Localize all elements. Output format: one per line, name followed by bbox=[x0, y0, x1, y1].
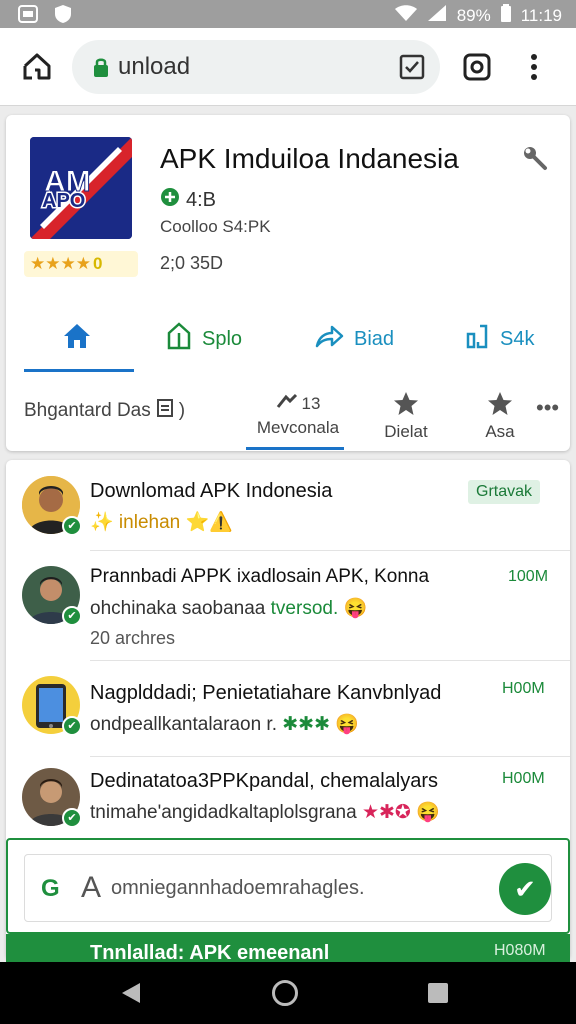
app-card: AM APO ★★★★ 0 APK Imduiloa Indanesia 4:B… bbox=[6, 115, 570, 451]
item-subtitle: ondpeallkantalaraon r. ✱✱✱ 😝 bbox=[90, 714, 359, 735]
list-item[interactable]: ✔ Nagplddadi; Penietatiahare Kanvbnlyad … bbox=[6, 666, 570, 766]
avatar: ✔ bbox=[22, 476, 82, 536]
verified-check-icon: ✔ bbox=[62, 808, 82, 828]
verified-check-icon: ✔ bbox=[62, 716, 82, 736]
url-text: unload bbox=[118, 53, 191, 80]
subtab-rating-1[interactable]: Dielat bbox=[378, 391, 434, 442]
list-item[interactable]: ✔ Downlomad APK Indonesia ✨ inlehan ⭐⚠️ … bbox=[6, 470, 570, 570]
size-badge: H00M bbox=[502, 770, 545, 787]
action-home[interactable] bbox=[62, 319, 92, 359]
subtab-reviews[interactable]: 13 Mevconala bbox=[256, 393, 340, 438]
check-icon: ✔ bbox=[514, 874, 536, 904]
share-icon bbox=[314, 323, 344, 355]
status-bar: 89% 11:19 bbox=[0, 0, 576, 28]
action-share-label: Biad bbox=[354, 327, 395, 350]
address-bar[interactable]: unload bbox=[72, 40, 440, 94]
subtab-reviews-count: 13 bbox=[301, 393, 321, 413]
rating-chip: ★★★★ 0 bbox=[24, 251, 138, 277]
status-badge: Grtavak bbox=[468, 480, 541, 504]
version-text: 4:B bbox=[186, 188, 217, 211]
subtab-rating-1-label: Dielat bbox=[384, 422, 428, 441]
peek-size: H080M bbox=[494, 942, 546, 959]
app-title: APK Imduiloa Indanesia bbox=[160, 143, 459, 174]
rating-badge: 0 bbox=[92, 254, 103, 273]
app-version: 4:B bbox=[160, 187, 216, 213]
subtab-indicator bbox=[246, 447, 344, 450]
action-share[interactable]: Biad bbox=[314, 319, 394, 359]
action-row: Splo Biad S4k bbox=[6, 311, 570, 371]
signal-icon bbox=[427, 4, 447, 27]
divider bbox=[90, 550, 570, 551]
list-item[interactable]: ✔ Prannbadi APPK ixadlosain APK, Konna o… bbox=[6, 556, 570, 656]
home-circle-icon[interactable] bbox=[272, 980, 298, 1006]
more-horiz-icon[interactable]: ••• bbox=[536, 395, 559, 421]
send-button[interactable]: ✔ bbox=[499, 863, 551, 915]
item-title: Dedinatatoa3PPKpandal, chemalalyars bbox=[90, 770, 438, 792]
tabs-icon[interactable] bbox=[398, 53, 426, 81]
peek-title: Tnnlallad: APK emeenanl bbox=[90, 942, 330, 962]
sdk-icon bbox=[464, 322, 490, 356]
app-size: Coolloo S4:PK bbox=[160, 217, 271, 236]
recents-icon[interactable] bbox=[428, 983, 448, 1003]
divider bbox=[90, 756, 570, 757]
rating-stars: ★★★★ bbox=[30, 254, 91, 273]
sub-tabs: Bhgantard Das ) 13 Mevconala Dielat Asa … bbox=[6, 385, 570, 451]
item-title: Downlomad APK Indonesia bbox=[90, 480, 333, 502]
size-badge: H00M bbox=[502, 680, 545, 697]
subtab-rating-2[interactable]: Asa bbox=[472, 391, 528, 442]
home-icon bbox=[62, 322, 92, 356]
avatar: ✔ bbox=[22, 768, 82, 828]
download-badge-icon bbox=[160, 187, 180, 213]
size-badge: 100M bbox=[508, 568, 549, 585]
subtab-details[interactable]: Bhgantard Das ) bbox=[24, 399, 185, 423]
app-date: 2;0 35D bbox=[160, 253, 224, 273]
app-icon bbox=[18, 5, 38, 28]
action-save-label: Splo bbox=[202, 327, 243, 350]
active-tab-indicator bbox=[24, 369, 134, 372]
system-nav-bar bbox=[0, 962, 576, 1024]
lock-icon bbox=[94, 57, 108, 77]
wifi-icon bbox=[394, 4, 417, 27]
input-placeholder: omniegannhadoemrahagles. bbox=[111, 877, 365, 899]
divider bbox=[90, 660, 570, 661]
verified-check-icon: ✔ bbox=[62, 606, 82, 626]
subtab-rating-2-label: Asa bbox=[485, 422, 515, 441]
item-title: Prannbadi APPK ixadlosain APK, Konna bbox=[90, 566, 430, 587]
item-subtitle: tnimahe'angidadkaltaplolsgrana ★✱✪ 😝 bbox=[90, 802, 440, 823]
battery-percent: 89% bbox=[456, 5, 491, 25]
document-icon bbox=[156, 399, 173, 423]
list-item-peek[interactable]: Tnnlallad: APK emeenanl H080M bbox=[6, 934, 570, 962]
thumb-icon bbox=[276, 393, 298, 414]
verified-check-icon: ✔ bbox=[62, 516, 82, 536]
app-logo-text: APO bbox=[42, 190, 85, 212]
subtab-reviews-label: Mevconala bbox=[256, 418, 340, 437]
item-subtitle: ohchinaka saobanaa tversod. 😝 bbox=[90, 598, 368, 619]
bookmark-icon bbox=[166, 321, 192, 357]
clock: 11:19 bbox=[520, 5, 562, 25]
g-logo-icon: G bbox=[41, 875, 60, 902]
app-logo[interactable]: AM APO bbox=[30, 137, 132, 239]
home-icon[interactable] bbox=[20, 50, 54, 84]
avatar: ✔ bbox=[22, 676, 82, 736]
subtab-details-label: Bhgantard Das bbox=[24, 400, 151, 421]
message-input[interactable]: G A omniegannhadoemrahagles. ✔ bbox=[24, 854, 552, 922]
item-title: Nagplddadi; Penietatiahare Kanvbnlyad bbox=[90, 682, 442, 704]
wrench-icon[interactable] bbox=[522, 145, 548, 171]
action-save[interactable]: Splo bbox=[166, 319, 242, 359]
battery-icon bbox=[500, 4, 511, 27]
browser-toolbar: unload bbox=[0, 28, 576, 106]
shield-icon bbox=[54, 4, 72, 29]
item-meta: 20 archres bbox=[90, 628, 176, 648]
composer-bar: G A omniegannhadoemrahagles. ✔ bbox=[6, 838, 570, 934]
item-subtitle: ✨ inlehan ⭐⚠️ bbox=[90, 512, 233, 533]
camera-icon[interactable] bbox=[460, 50, 494, 84]
text-format-icon[interactable]: A bbox=[81, 871, 101, 905]
back-icon[interactable] bbox=[120, 981, 142, 1010]
action-sdk-label: S4k bbox=[500, 327, 535, 350]
more-vert-icon[interactable] bbox=[522, 50, 546, 84]
action-sdk[interactable]: S4k bbox=[464, 319, 534, 359]
star-icon bbox=[472, 391, 528, 422]
avatar: ✔ bbox=[22, 566, 82, 626]
star-icon bbox=[378, 391, 434, 422]
